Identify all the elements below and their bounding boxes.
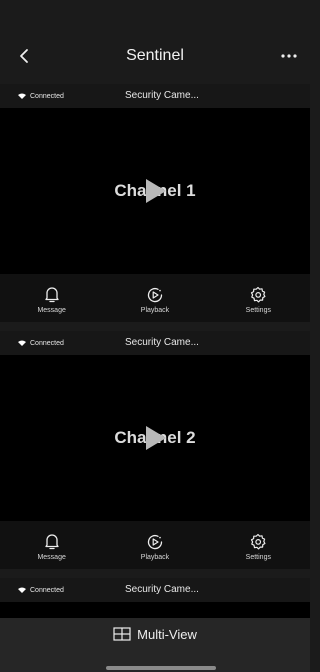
camera-name: Security Came... bbox=[125, 90, 199, 101]
nav-bar: Sentinel bbox=[0, 36, 310, 76]
chevron-left-icon bbox=[20, 49, 28, 63]
camera-card: Connected Security Came... bbox=[0, 578, 310, 622]
settings-label: Settings bbox=[245, 307, 271, 314]
camera-actions: Message Playback Settings bbox=[0, 521, 310, 569]
card-divider bbox=[0, 322, 310, 331]
video-feed[interactable]: Channel 1 bbox=[0, 108, 310, 274]
home-indicator[interactable] bbox=[106, 666, 216, 670]
settings-label: Settings bbox=[245, 554, 271, 561]
camera-name: Security Came... bbox=[125, 584, 199, 595]
bell-icon bbox=[45, 287, 59, 303]
connection-label: Connected bbox=[30, 92, 64, 100]
message-label: Message bbox=[37, 307, 66, 314]
playback-icon bbox=[147, 534, 163, 550]
camera-card: Connected Security Came... Channel 1 Mes… bbox=[0, 84, 310, 322]
settings-button[interactable]: Settings bbox=[207, 529, 310, 561]
gear-icon bbox=[251, 286, 266, 303]
more-button[interactable] bbox=[276, 44, 302, 68]
video-feed[interactable]: Channel 2 bbox=[0, 355, 310, 521]
back-button[interactable] bbox=[12, 44, 36, 68]
message-button[interactable]: Message bbox=[0, 529, 103, 561]
playback-icon bbox=[147, 287, 163, 303]
gear-icon bbox=[251, 533, 266, 550]
camera-name: Security Came... bbox=[125, 337, 199, 348]
wifi-icon bbox=[18, 587, 26, 593]
settings-button[interactable]: Settings bbox=[207, 282, 310, 314]
status-bar bbox=[0, 0, 310, 36]
multi-view-label: Multi-View bbox=[137, 626, 197, 642]
connection-label: Connected bbox=[30, 586, 64, 594]
message-button[interactable]: Message bbox=[0, 282, 103, 314]
bottom-bar: Multi-View bbox=[0, 618, 310, 672]
connection-status: Connected bbox=[18, 331, 64, 355]
card-divider bbox=[0, 569, 310, 578]
more-icon bbox=[281, 54, 297, 58]
camera-actions: Message Playback Settings bbox=[0, 274, 310, 322]
playback-label: Playback bbox=[140, 554, 170, 561]
bell-icon bbox=[45, 534, 59, 550]
message-label: Message bbox=[37, 554, 66, 561]
wifi-icon bbox=[18, 340, 26, 346]
connection-status: Connected bbox=[18, 578, 64, 602]
camera-header: Connected Security Came... bbox=[0, 578, 310, 602]
wifi-icon bbox=[18, 93, 26, 99]
play-icon[interactable] bbox=[142, 178, 168, 204]
camera-card: Connected Security Came... Channel 2 Mes… bbox=[0, 331, 310, 569]
camera-header: Connected Security Came... bbox=[0, 84, 310, 108]
playback-label: Playback bbox=[140, 307, 170, 314]
connection-status: Connected bbox=[18, 84, 64, 108]
playback-button[interactable]: Playback bbox=[103, 529, 206, 561]
multi-view-button[interactable]: Multi-View bbox=[0, 618, 310, 650]
connection-label: Connected bbox=[30, 339, 64, 347]
page-title: Sentinel bbox=[126, 47, 184, 64]
play-icon[interactable] bbox=[142, 425, 168, 451]
playback-button[interactable]: Playback bbox=[103, 282, 206, 314]
camera-header: Connected Security Came... bbox=[0, 331, 310, 355]
grid-icon bbox=[113, 627, 131, 641]
